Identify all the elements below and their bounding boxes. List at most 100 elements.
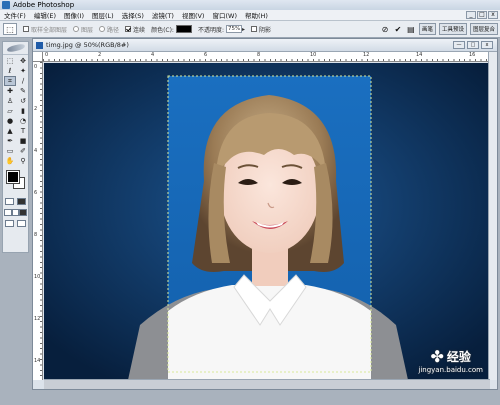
screen-mode-full-icon[interactable]: [19, 209, 28, 216]
zoom-tool-icon[interactable]: ⚲: [17, 156, 29, 166]
quick-mask-mode-icon[interactable]: [16, 198, 26, 205]
menu-help[interactable]: 帮助(H): [241, 10, 272, 20]
maximize-button[interactable]: □: [477, 11, 487, 19]
history-brush-tool-icon[interactable]: ↺: [17, 96, 29, 106]
opacity-option: 不透明度: 75% ▸: [197, 25, 246, 34]
color-option: 颜色(C):: [151, 25, 192, 34]
baidu-paw-icon: ✤: [430, 347, 444, 366]
menu-edit[interactable]: 编辑(E): [30, 10, 60, 20]
color-swatches: [3, 168, 28, 196]
ruler-h-label: 16: [469, 52, 476, 58]
photoshop-icon: [2, 1, 10, 9]
commit-check-icon[interactable]: ✔: [393, 24, 403, 34]
slice-tool-icon[interactable]: ∕: [17, 76, 29, 86]
tab-tool-presets[interactable]: 工具预设: [438, 23, 467, 35]
palette-well-icon[interactable]: ▤: [406, 24, 416, 34]
feather-icon: [6, 43, 25, 53]
ruler-origin[interactable]: [33, 52, 43, 62]
standard-mode-icon[interactable]: [5, 198, 15, 205]
crop-tool-icon[interactable]: ⌗: [4, 76, 16, 86]
all-layers-radio[interactable]: [73, 26, 80, 32]
menu-file[interactable]: 文件(F): [0, 10, 30, 20]
menu-filter[interactable]: 滤镜(T): [148, 10, 178, 20]
horizontal-scrollbar[interactable]: [44, 379, 490, 389]
watermark-brand: 经验: [446, 350, 471, 364]
clone-stamp-tool-icon[interactable]: ♙: [4, 96, 16, 106]
toolbox-header[interactable]: [3, 42, 28, 55]
sample-all-layers-checkbox[interactable]: [23, 26, 29, 32]
doc-maximize-button[interactable]: □: [467, 41, 479, 49]
ruler-h-label: 0: [45, 52, 49, 58]
jump-to-imageready-icon[interactable]: [5, 220, 15, 227]
extras-icon[interactable]: [16, 220, 26, 227]
vertical-scrollbar[interactable]: [488, 52, 497, 380]
eyedropper-tool-icon[interactable]: ✐: [17, 146, 29, 156]
ruler-v-label: 0: [34, 64, 38, 70]
notes-tool-icon[interactable]: ▭: [4, 146, 16, 156]
white-shirt: [168, 285, 371, 380]
contiguous-checkbox[interactable]: [125, 26, 132, 32]
canvas[interactable]: ✤ 经验 jingyan.baidu.com: [44, 63, 489, 380]
healing-brush-tool-icon[interactable]: ✚: [4, 86, 16, 96]
lasso-tool-icon[interactable]: ℓ: [4, 66, 16, 76]
ruler-v-label: 8: [34, 232, 38, 238]
ruler-h-label: 4: [151, 52, 155, 58]
opacity-arrow-icon[interactable]: ▸: [242, 26, 245, 33]
window-controls: _ □ x: [466, 11, 498, 19]
blur-tool-icon[interactable]: ●: [4, 116, 16, 126]
doc-close-button[interactable]: x: [481, 41, 493, 49]
menu-select[interactable]: 选择(S): [118, 10, 148, 20]
menu-image[interactable]: 图像(I): [60, 10, 88, 20]
horizontal-ruler[interactable]: 0 2 4 6 8 10 12 14 16: [43, 52, 489, 62]
cancel-icon[interactable]: ⊘: [380, 24, 390, 34]
ruler-h-label: 14: [416, 52, 423, 58]
path-radio[interactable]: [99, 26, 106, 32]
document-window: timg.jpg @ 50%(RGB/8#) — □ x 0 2 4 6 8 1…: [32, 38, 498, 390]
ruler-v-label: 14: [34, 358, 41, 364]
path-selection-tool-icon[interactable]: ▲: [4, 126, 16, 136]
options-right-group: ⊘ ✔ ▤ 画笔 工具预设 图层复合: [380, 23, 498, 35]
document-icon: [36, 41, 43, 49]
marquee-tool-icon[interactable]: ⬚: [4, 56, 16, 66]
vertical-ruler[interactable]: 0 2 4 6 8 10 12 14: [33, 62, 43, 380]
dodge-tool-icon[interactable]: ◔: [17, 116, 29, 126]
move-tool-icon[interactable]: ✥: [17, 56, 29, 66]
screen-mode-full-menu-icon[interactable]: [11, 209, 20, 216]
document-titlebar[interactable]: timg.jpg @ 50%(RGB/8#) — □ x: [33, 39, 497, 52]
contiguous-option[interactable]: 连续: [125, 25, 145, 34]
sample-all-layers-option[interactable]: 取样全部图层: [23, 25, 67, 34]
opacity-field[interactable]: 75%: [226, 25, 242, 33]
shape-tool-icon[interactable]: ■: [17, 136, 29, 146]
foreground-color-swatch[interactable]: [6, 170, 20, 184]
ruler-h-label: 10: [310, 52, 317, 58]
document-window-controls: — □ x: [453, 41, 493, 49]
pen-tool-icon[interactable]: ✒: [4, 136, 16, 146]
minimize-button[interactable]: _: [466, 11, 476, 19]
tab-brushes[interactable]: 画笔: [418, 23, 436, 35]
eraser-tool-icon[interactable]: ▱: [4, 106, 16, 116]
screen-mode-standard-icon[interactable]: [4, 209, 12, 216]
shadow-checkbox[interactable]: [251, 26, 258, 32]
shadow-option[interactable]: 阴影: [251, 25, 271, 34]
app-titlebar: Adobe Photoshop: [0, 0, 500, 10]
ruler-v-label: 2: [34, 106, 38, 112]
menu-layer[interactable]: 图层(L): [88, 10, 118, 20]
mask-mode-row: [3, 196, 28, 207]
menu-window[interactable]: 窗口(W): [208, 10, 241, 20]
close-button[interactable]: x: [488, 11, 498, 19]
menu-view[interactable]: 视图(V): [178, 10, 209, 20]
hand-tool-icon[interactable]: ✋: [4, 156, 16, 166]
ruler-v-label: 12: [34, 316, 41, 322]
all-layers-option[interactable]: 图层: [73, 25, 93, 34]
document-title: timg.jpg @ 50%(RGB/8#): [46, 41, 129, 49]
gradient-tool-icon[interactable]: ▮: [17, 106, 29, 116]
type-tool-icon[interactable]: T: [17, 126, 29, 136]
doc-minimize-button[interactable]: —: [453, 41, 465, 49]
shield-color-swatch[interactable]: [175, 25, 192, 33]
path-option[interactable]: 路径: [99, 25, 119, 34]
watermark-logo: ✤ 经验: [418, 347, 483, 366]
brush-tool-icon[interactable]: ✎: [17, 86, 29, 96]
magic-wand-tool-icon[interactable]: ✦: [17, 66, 29, 76]
tab-layer-comps[interactable]: 图层复合: [469, 23, 498, 35]
tool-preset-picker[interactable]: ⬚: [3, 23, 17, 35]
